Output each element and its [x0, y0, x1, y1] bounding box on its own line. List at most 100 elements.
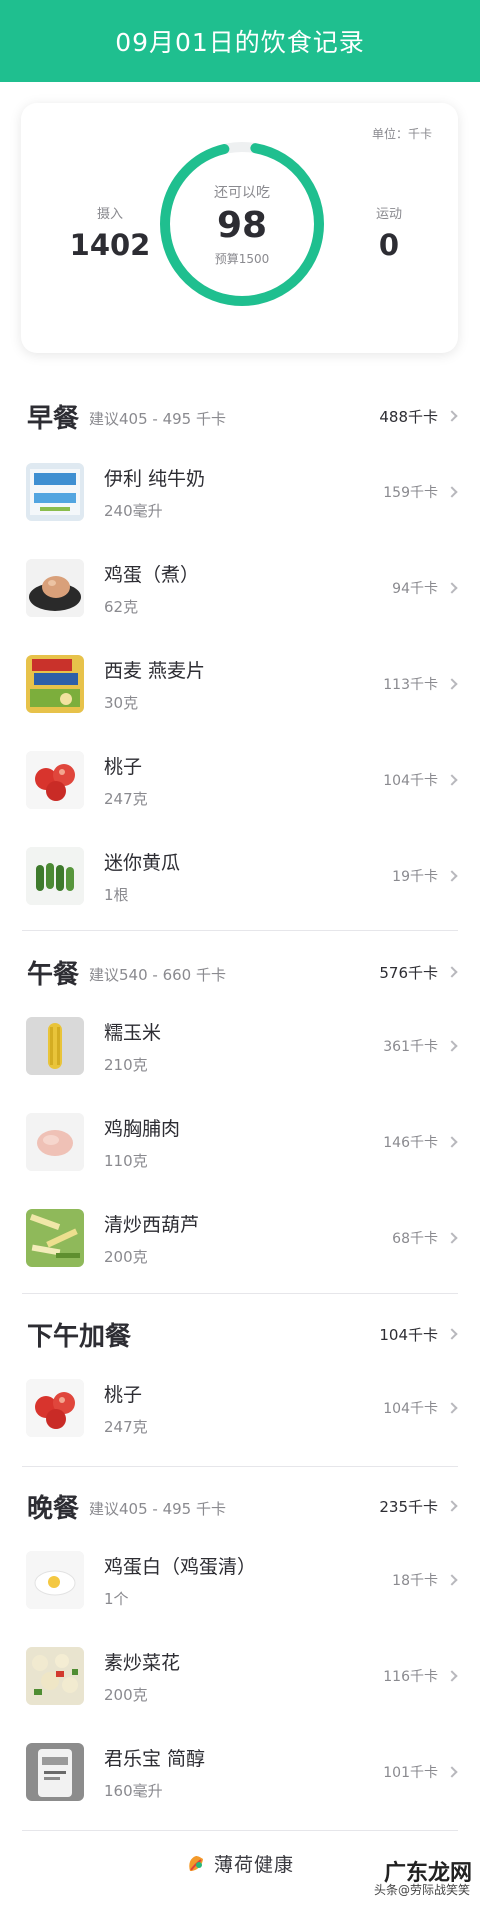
brand-logo: 薄荷健康 — [186, 1850, 294, 1877]
egg-white-icon — [26, 1551, 84, 1609]
food-amount: 1个 — [104, 1589, 129, 1608]
food-name: 素炒菜花 — [104, 1651, 181, 1674]
peach-icon — [26, 751, 84, 809]
section-divider — [22, 1293, 458, 1294]
budget-text: 预算1500 — [214, 251, 270, 266]
section-title: 晚餐 — [27, 1493, 80, 1524]
food-name: 桃子 — [104, 755, 143, 778]
remaining-block: 还可以吃 98 预算1500 — [157, 139, 327, 309]
corn-icon — [26, 1017, 84, 1075]
food-item[interactable]: 鸡胸脯肉 110克 146千卡 — [0, 1094, 480, 1190]
food-item[interactable]: 伊利 纯牛奶 240毫升 159千卡 — [0, 444, 480, 540]
intake-value: 1402 — [69, 228, 151, 262]
food-item[interactable]: 素炒菜花 200克 116千卡 — [0, 1628, 480, 1724]
cucumber-icon — [26, 847, 84, 905]
chevron-right-icon — [446, 1040, 458, 1052]
mint-leaf-icon — [189, 1855, 203, 1871]
section-divider — [22, 930, 458, 931]
milk-carton-icon — [26, 463, 84, 521]
food-kcal: 19千卡 — [392, 869, 438, 885]
intake-block[interactable]: 摄入 1402 — [55, 203, 165, 262]
food-item[interactable]: 西麦 燕麦片 30克 113千卡 — [0, 636, 480, 732]
food-kcal: 94千卡 — [392, 581, 438, 597]
section-total: 235千卡 — [379, 1497, 438, 1516]
chevron-right-icon — [446, 410, 458, 422]
brand-name: 薄荷健康 — [213, 1854, 294, 1876]
food-item[interactable]: 桃子 247克 104千卡 — [0, 732, 480, 828]
chicken-breast-icon — [26, 1113, 84, 1171]
section-suggestion: 建议405 - 495 千卡 — [89, 1499, 226, 1518]
food-name: 伊利 纯牛奶 — [104, 467, 206, 490]
chevron-right-icon — [446, 1402, 458, 1414]
food-name: 迷你黄瓜 — [104, 851, 181, 874]
chevron-right-icon — [446, 1574, 458, 1586]
food-amount: 210克 — [104, 1055, 148, 1074]
food-amount: 240毫升 — [104, 501, 163, 520]
exercise-value: 0 — [378, 228, 400, 262]
boiled-egg-icon — [26, 559, 84, 617]
snack-section: 下午加餐 104千卡 桃子 247克 104千卡 — [0, 1312, 480, 1456]
chevron-right-icon — [446, 678, 458, 690]
lunch-section: 午餐 建议540 - 660 千卡 576千卡 糯玉米 210克 361千卡 鸡… — [0, 950, 480, 1286]
section-total: 488千卡 — [379, 407, 438, 426]
food-item[interactable]: 迷你黄瓜 1根 19千卡 — [0, 828, 480, 924]
section-total: 104千卡 — [379, 1325, 438, 1344]
section-suggestion: 建议405 - 495 千卡 — [89, 409, 226, 428]
food-kcal: 68千卡 — [392, 1231, 438, 1247]
section-title: 午餐 — [27, 959, 80, 990]
food-item[interactable]: 糯玉米 210克 361千卡 — [0, 998, 480, 1094]
dinner-header[interactable]: 晚餐 建议405 - 495 千卡 235千卡 — [0, 1484, 480, 1528]
chevron-right-icon — [446, 1766, 458, 1778]
section-title: 下午加餐 — [27, 1321, 132, 1352]
food-item[interactable]: 君乐宝 简醇 160毫升 101千卡 — [0, 1724, 480, 1820]
food-kcal: 116千卡 — [383, 1669, 438, 1685]
remaining-label: 还可以吃 — [214, 184, 270, 201]
food-amount: 247克 — [104, 789, 148, 808]
cauliflower-stirfry-icon — [26, 1647, 84, 1705]
food-name: 清炒西葫芦 — [104, 1213, 200, 1236]
dinner-section: 晚餐 建议405 - 495 千卡 235千卡 鸡蛋白（鸡蛋清） 1个 18千卡… — [0, 1484, 480, 1820]
chevron-right-icon — [446, 870, 458, 882]
calorie-summary-card: 单位：千卡 摄入 1402 还可以吃 98 预算1500 运动 0 — [21, 103, 458, 353]
food-amount: 200克 — [104, 1685, 148, 1704]
chevron-right-icon — [446, 1136, 458, 1148]
chevron-right-icon — [446, 1232, 458, 1244]
zucchini-stirfry-icon — [26, 1209, 84, 1267]
food-kcal: 104千卡 — [383, 1401, 438, 1417]
food-item[interactable]: 鸡蛋（煮） 62克 94千卡 — [0, 540, 480, 636]
food-name: 糯玉米 — [104, 1021, 162, 1044]
food-name: 鸡蛋（煮） — [104, 563, 200, 586]
food-kcal: 146千卡 — [383, 1135, 438, 1151]
food-item[interactable]: 桃子 247克 104千卡 — [0, 1360, 480, 1456]
unit-label: 单位：千卡 — [371, 127, 432, 141]
intake-label: 摄入 — [96, 207, 123, 222]
food-item[interactable]: 清炒西葫芦 200克 68千卡 — [0, 1190, 480, 1286]
watermark-subtext: 头条@劳际战笑笑 — [373, 1883, 470, 1897]
top-header: 09月01日的饮食记录 — [0, 0, 480, 82]
food-amount: 200克 — [104, 1247, 148, 1266]
chevron-right-icon — [446, 486, 458, 498]
lunch-header[interactable]: 午餐 建议540 - 660 千卡 576千卡 — [0, 950, 480, 994]
snack-header[interactable]: 下午加餐 104千卡 — [0, 1312, 480, 1356]
peach-icon — [26, 1379, 84, 1437]
food-amount: 110克 — [104, 1151, 148, 1170]
food-amount: 247克 — [104, 1417, 148, 1436]
food-item[interactable]: 鸡蛋白（鸡蛋清） 1个 18千卡 — [0, 1532, 480, 1628]
section-title: 早餐 — [27, 403, 80, 434]
food-kcal: 18千卡 — [392, 1573, 438, 1589]
food-name: 鸡胸脯肉 — [104, 1117, 181, 1140]
chevron-right-icon — [446, 1500, 458, 1512]
food-kcal: 101千卡 — [383, 1765, 438, 1781]
chevron-right-icon — [446, 966, 458, 978]
yogurt-bottle-icon — [26, 1743, 84, 1801]
food-name: 君乐宝 简醇 — [104, 1747, 206, 1770]
food-kcal: 159千卡 — [383, 485, 438, 501]
food-name: 鸡蛋白（鸡蛋清） — [104, 1555, 257, 1578]
food-amount: 1根 — [104, 885, 129, 904]
exercise-label: 运动 — [375, 207, 402, 222]
breakfast-header[interactable]: 早餐 建议405 - 495 千卡 488千卡 — [0, 394, 480, 438]
exercise-block[interactable]: 运动 0 — [334, 203, 444, 262]
chevron-right-icon — [446, 1670, 458, 1682]
food-kcal: 104千卡 — [383, 773, 438, 789]
oatmeal-bag-icon — [26, 655, 84, 713]
